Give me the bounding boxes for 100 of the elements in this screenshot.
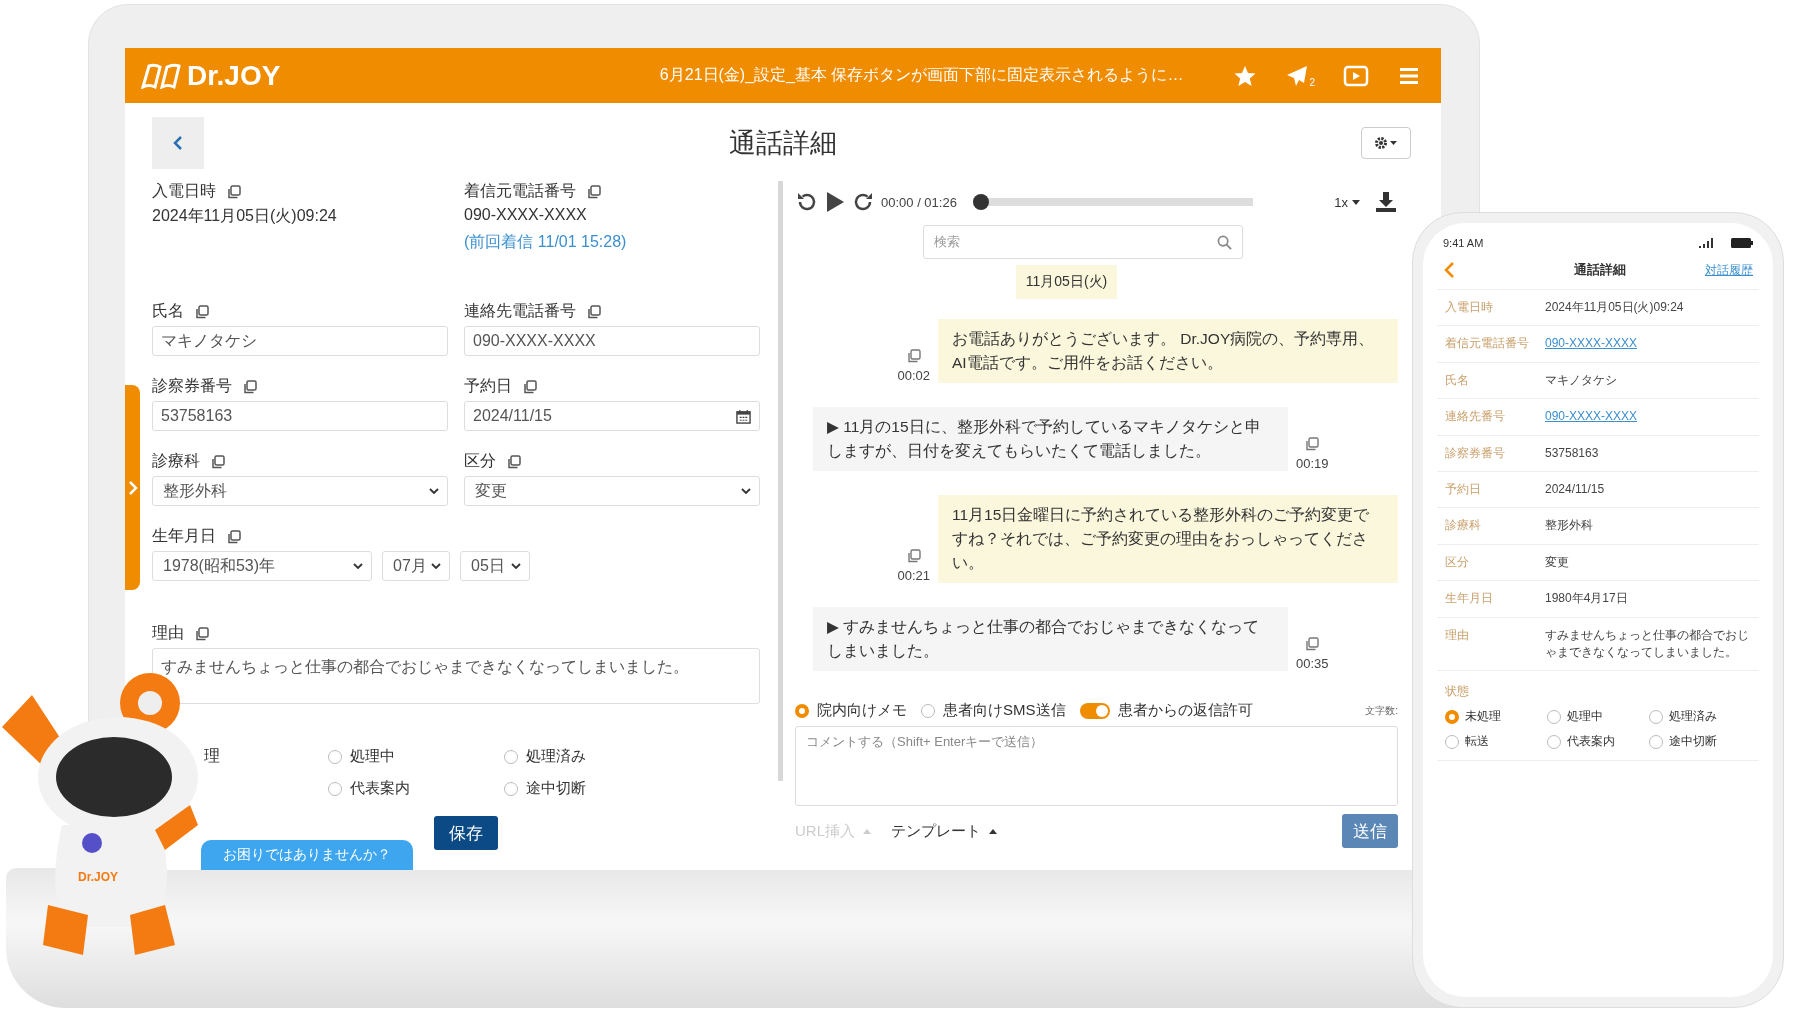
copy-icon[interactable] [226, 528, 242, 545]
playback-time: 00:00 / 01:26 [881, 194, 957, 210]
reply-toggle[interactable]: 患者からの返信許可 [1079, 701, 1253, 721]
copy-icon[interactable] [1304, 436, 1321, 453]
caller-message: ▶ すみませんちょっと仕事の都合でおじゃまできなくなってしまいました。 [813, 607, 1288, 672]
phone-link[interactable]: 090-XXXX-XXXX [1545, 408, 1638, 426]
caret-up-icon [863, 828, 871, 834]
date-chip: 11月05日(火) [1015, 265, 1118, 299]
bot-message: 11月15日金曜日に予約されている整形外科のご予約変更ですね？それでは、ご予約変更の理由をおっしゃってください。 [938, 495, 1398, 584]
phone-title: 通話詳細 [1573, 261, 1626, 279]
select-field[interactable]: 整形外科 [152, 476, 448, 506]
status-time: 9:41 AM [1443, 237, 1484, 249]
message-time: 00:35 [1296, 656, 1329, 672]
mascot-label: Dr.JOY [78, 870, 119, 884]
row-label: 生年月日 [1445, 590, 1494, 608]
row-value: 2024年11月05日(火)09:24 [1545, 299, 1684, 316]
search-icon[interactable] [1217, 234, 1232, 250]
field-label: 予約日 [464, 376, 512, 396]
row-label: 入電日時 [1445, 299, 1494, 316]
status-radio[interactable]: 処理中 [1547, 708, 1649, 726]
copy-icon[interactable] [210, 453, 226, 470]
copy-icon[interactable] [1304, 636, 1321, 653]
select-field[interactable]: 変更 [464, 476, 760, 506]
logo-text: Dr.JOY [187, 59, 281, 92]
select-field[interactable]: 1978(昭和53)年 [152, 551, 372, 581]
phone-link[interactable]: 090-XXXX-XXXX [1545, 335, 1638, 353]
field-label: 着信元電話番号 [464, 181, 576, 201]
row-value: 53758163 [1545, 444, 1599, 462]
status-radio[interactable]: 未処理 [1445, 708, 1547, 726]
copy-icon[interactable] [194, 303, 210, 320]
row-value: すみませんちょっと仕事の都合でおじゃまできなくなってしまいました。 [1545, 626, 1750, 661]
settings-button[interactable] [1361, 127, 1411, 159]
text-field[interactable]: マキノタケシ [152, 326, 448, 356]
chevron-down-icon [511, 563, 521, 569]
page-title: 通話詳細 [727, 127, 838, 160]
chevron-down-icon [431, 563, 441, 569]
status-radio[interactable]: 処理中 [328, 746, 395, 767]
status-radio[interactable]: 途中切断 [1649, 733, 1751, 751]
copy-icon[interactable] [522, 378, 538, 395]
play-icon[interactable] [825, 191, 845, 213]
speed-dropdown[interactable]: 1x [1334, 194, 1360, 210]
book-icon [141, 62, 181, 89]
status-radio[interactable]: 処理済み [504, 746, 586, 767]
row-value: 1980年4月17日 [1545, 590, 1628, 608]
status-radio[interactable]: 代表案内 [1547, 733, 1649, 751]
copy-icon[interactable] [586, 303, 602, 320]
message-time: 00:21 [897, 568, 930, 584]
copy-icon[interactable] [586, 183, 602, 200]
select-field[interactable]: 05日 [460, 551, 530, 581]
select-field[interactable]: 07月 [382, 551, 450, 581]
status-radio[interactable]: 処理済み [1649, 708, 1751, 726]
copy-icon[interactable] [194, 625, 210, 642]
mode-radio[interactable]: 患者向けSMS送信 [921, 701, 1066, 721]
field-label: 区分 [464, 451, 496, 471]
row-value: マキノタケシ [1545, 371, 1617, 389]
status-radio[interactable]: 代表案内 [328, 779, 410, 798]
date-field[interactable]: 2024/11/15 [464, 401, 760, 431]
field-label: 理由 [152, 623, 184, 643]
template-button[interactable]: テンプレート [891, 821, 997, 841]
row-value: 2024/11/15 [1545, 480, 1605, 498]
mode-radio[interactable]: 院内向けメモ [795, 701, 907, 721]
field-label: 診察券番号 [152, 376, 232, 396]
field-label: 入電日時 [152, 181, 216, 201]
download-icon[interactable] [1374, 190, 1398, 214]
row-label: 区分 [1445, 553, 1470, 571]
status-label: 理 [203, 746, 220, 766]
text-field[interactable]: 090-XXXX-XXXX [464, 326, 760, 356]
comment-field[interactable]: コメントする（Shift+ Enterキーで送信） [795, 726, 1398, 807]
text-field[interactable]: 53758163 [152, 401, 448, 431]
chevron-down-icon [353, 563, 363, 569]
history-link[interactable]: 対話履歴 [1705, 261, 1753, 279]
copy-icon[interactable] [905, 348, 922, 365]
message-time: 00:02 [897, 368, 930, 384]
status-radio[interactable]: 途中切断 [504, 779, 586, 798]
reason-textarea[interactable]: すみませんちょっと仕事の都合でおじゃまできなくなってしまいました。 [152, 648, 760, 704]
field-value: 2024年11月05日(火)09:24 [152, 206, 338, 226]
copy-icon[interactable] [905, 548, 922, 565]
chevron-down-icon [429, 488, 439, 494]
row-label: 診察券番号 [1445, 444, 1506, 462]
chevron-right-icon [127, 479, 138, 496]
field-label: 診療科 [152, 451, 200, 471]
copy-icon[interactable] [226, 183, 242, 200]
status-radio[interactable]: 転送 [1445, 733, 1547, 751]
field-value: 090-XXXX-XXXX [464, 206, 588, 224]
calendar-icon[interactable] [736, 408, 751, 424]
caret-down-icon [1352, 199, 1360, 205]
previous-call-link[interactable]: (前回着信 11/01 15:28) [464, 232, 760, 253]
copy-icon[interactable] [506, 453, 522, 470]
row-label: 連絡先番号 [1445, 408, 1506, 426]
field-label: 氏名 [152, 301, 184, 321]
copy-icon[interactable] [242, 378, 258, 395]
field-label: 連絡先電話番号 [464, 301, 576, 321]
field-label: 生年月日 [152, 526, 216, 546]
send-button[interactable]: 送信 [1342, 814, 1398, 849]
signal-icon [1699, 238, 1713, 248]
row-value: 整形外科 [1545, 517, 1593, 535]
row-label: 氏名 [1445, 371, 1470, 389]
notification-count: 2 [1309, 76, 1315, 88]
caller-message: ▶ 11月の15日に、整形外科で予約しているマキノタケシと申しますが、日付を変えてもらいたくて電話しました。 [813, 407, 1288, 472]
save-button[interactable]: 保存 [434, 816, 498, 850]
